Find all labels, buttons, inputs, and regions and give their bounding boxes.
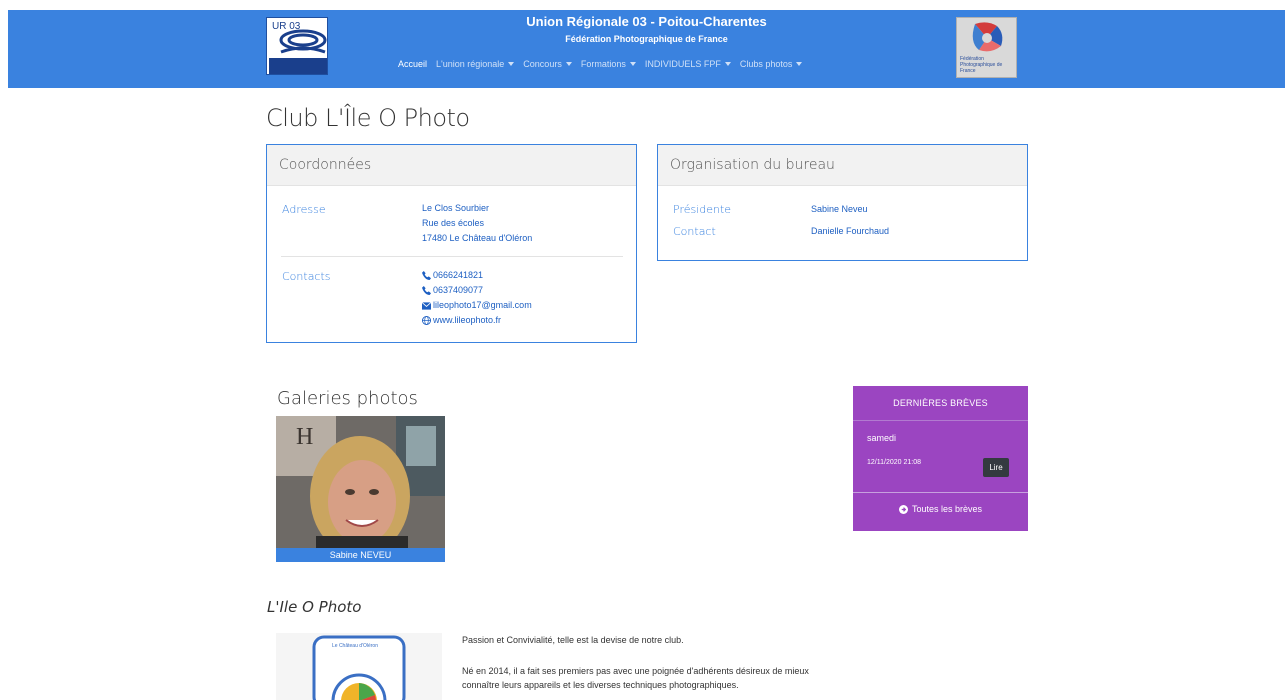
- gallery-photo[interactable]: H: [276, 416, 445, 548]
- breve-date: 12/11/2020 21:08: [867, 459, 921, 466]
- divider: [853, 492, 1028, 493]
- coordonnees-header: Coordonnées: [267, 145, 636, 186]
- caret-down-icon: [724, 62, 731, 66]
- phone-icon: [422, 286, 431, 295]
- caret-down-icon: [796, 62, 803, 66]
- caret-down-icon: [629, 62, 636, 66]
- site-header: UR 03 Union Régionale 03 - Poitou-Charen…: [8, 10, 1285, 88]
- email-link[interactable]: lileophoto17@gmail.com: [422, 298, 532, 313]
- nav-item-concours[interactable]: Concours: [523, 59, 572, 69]
- organisation-card: Organisation du bureau Présidente Sabine…: [657, 144, 1028, 261]
- globe-icon: [422, 316, 431, 325]
- nav-item-individuels-fpf[interactable]: INDIVIDUELS FPF: [645, 59, 731, 69]
- galeries-title: Galeries photos: [277, 388, 418, 409]
- nav-item-clubs-photos[interactable]: Clubs photos: [740, 59, 803, 69]
- site-subtitle: Fédération Photographique de France: [565, 34, 728, 44]
- breves-header: DERNIÈRES BRÈVES: [853, 386, 1028, 421]
- nav-item-accueil[interactable]: Accueil: [398, 59, 427, 69]
- page-title: Club L'Île O Photo: [266, 104, 470, 132]
- club-name: L'Ile O Photo: [267, 598, 362, 616]
- phone-link-2[interactable]: 0637409077: [422, 283, 532, 298]
- main-nav: Accueil L'union régionale Concours Forma…: [398, 59, 811, 69]
- address-label: Adresse: [282, 203, 326, 216]
- nav-item-union-regionale[interactable]: L'union régionale: [436, 59, 515, 69]
- nav-item-formations[interactable]: Formations: [581, 59, 636, 69]
- club-logo-text: Le Château d'Oléron: [332, 643, 378, 649]
- club-paragraph: Né en 2014, il a fait ses premiers pas a…: [462, 666, 809, 690]
- portrait-photo: H: [276, 416, 445, 548]
- caret-down-icon: [508, 62, 515, 66]
- divider: [281, 256, 623, 257]
- site-title: Union Régionale 03 - Poitou-Charentes: [526, 14, 767, 29]
- read-breve-button[interactable]: Lire: [983, 458, 1009, 477]
- address-line: Le Clos Sourbier: [422, 203, 490, 213]
- contacts-value: 0666241821 0637409077 lileophoto17@gmail…: [422, 268, 532, 328]
- contacts-label: Contacts: [282, 270, 331, 283]
- fpf-logo-text: Fédération Photographique de France: [960, 56, 1003, 74]
- phone-link-1[interactable]: 0666241821: [422, 268, 532, 283]
- address-line: 17480 Le Château d'Oléron: [422, 233, 533, 243]
- svg-text:H: H: [296, 424, 313, 450]
- arrow-circle-right-icon: [898, 504, 908, 514]
- coordonnees-card: Coordonnées Adresse Le Clos Sourbier Rue…: [266, 144, 637, 343]
- address-value: Le Clos Sourbier Rue des écoles 17480 Le…: [422, 201, 532, 246]
- phone-icon: [422, 271, 431, 280]
- fpf-logo[interactable]: Fédération Photographique de France: [956, 17, 1017, 78]
- role-presidente: Présidente: [673, 203, 732, 216]
- role-contact: Contact: [673, 225, 716, 238]
- breve-title: samedi: [867, 433, 897, 443]
- envelope-icon: [422, 301, 431, 310]
- name-presidente[interactable]: Sabine Neveu: [811, 202, 868, 217]
- breves-panel: DERNIÈRES BRÈVES samedi 12/11/2020 21:08…: [853, 386, 1028, 531]
- fpf-aperture-icon: [972, 22, 1003, 52]
- club-logo: Le Château d'Oléron: [276, 633, 442, 700]
- organisation-header: Organisation du bureau: [658, 145, 1027, 186]
- club-paragraph: Passion et Convivialité, telle est la de…: [462, 635, 684, 645]
- caret-down-icon: [565, 62, 572, 66]
- gallery-caption: Sabine NEVEU: [276, 548, 445, 562]
- address-line: Rue des écoles: [422, 218, 485, 228]
- all-breves-link[interactable]: Toutes les brèves: [853, 504, 1028, 514]
- website-link[interactable]: www.lileophoto.fr: [422, 313, 532, 328]
- name-contact[interactable]: Danielle Fourchaud: [811, 224, 889, 239]
